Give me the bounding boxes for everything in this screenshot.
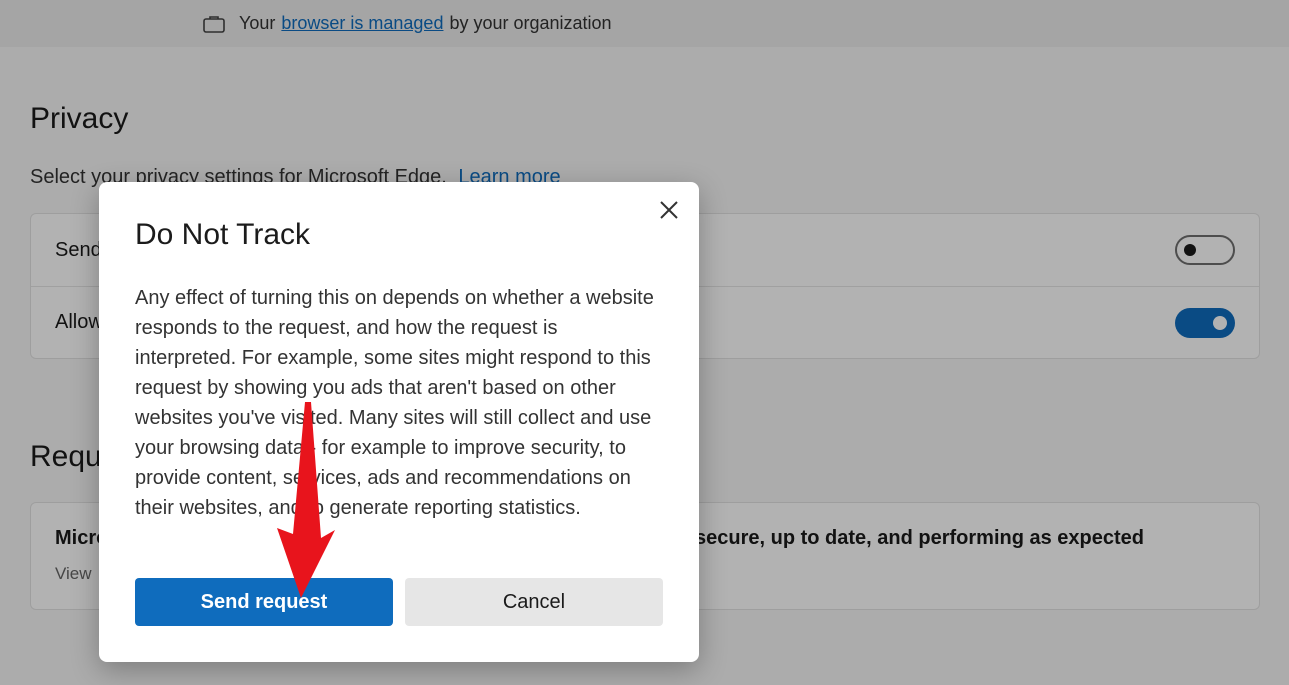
send-request-button[interactable]: Send request	[135, 578, 393, 626]
dialog-title: Do Not Track	[135, 218, 310, 252]
red-arrow-icon	[275, 400, 337, 600]
do-not-track-dialog: Do Not Track Any effect of turning this …	[99, 182, 699, 662]
cancel-button[interactable]: Cancel	[405, 578, 663, 626]
close-icon[interactable]	[655, 196, 683, 224]
dialog-body: Any effect of turning this on depends on…	[135, 283, 663, 523]
